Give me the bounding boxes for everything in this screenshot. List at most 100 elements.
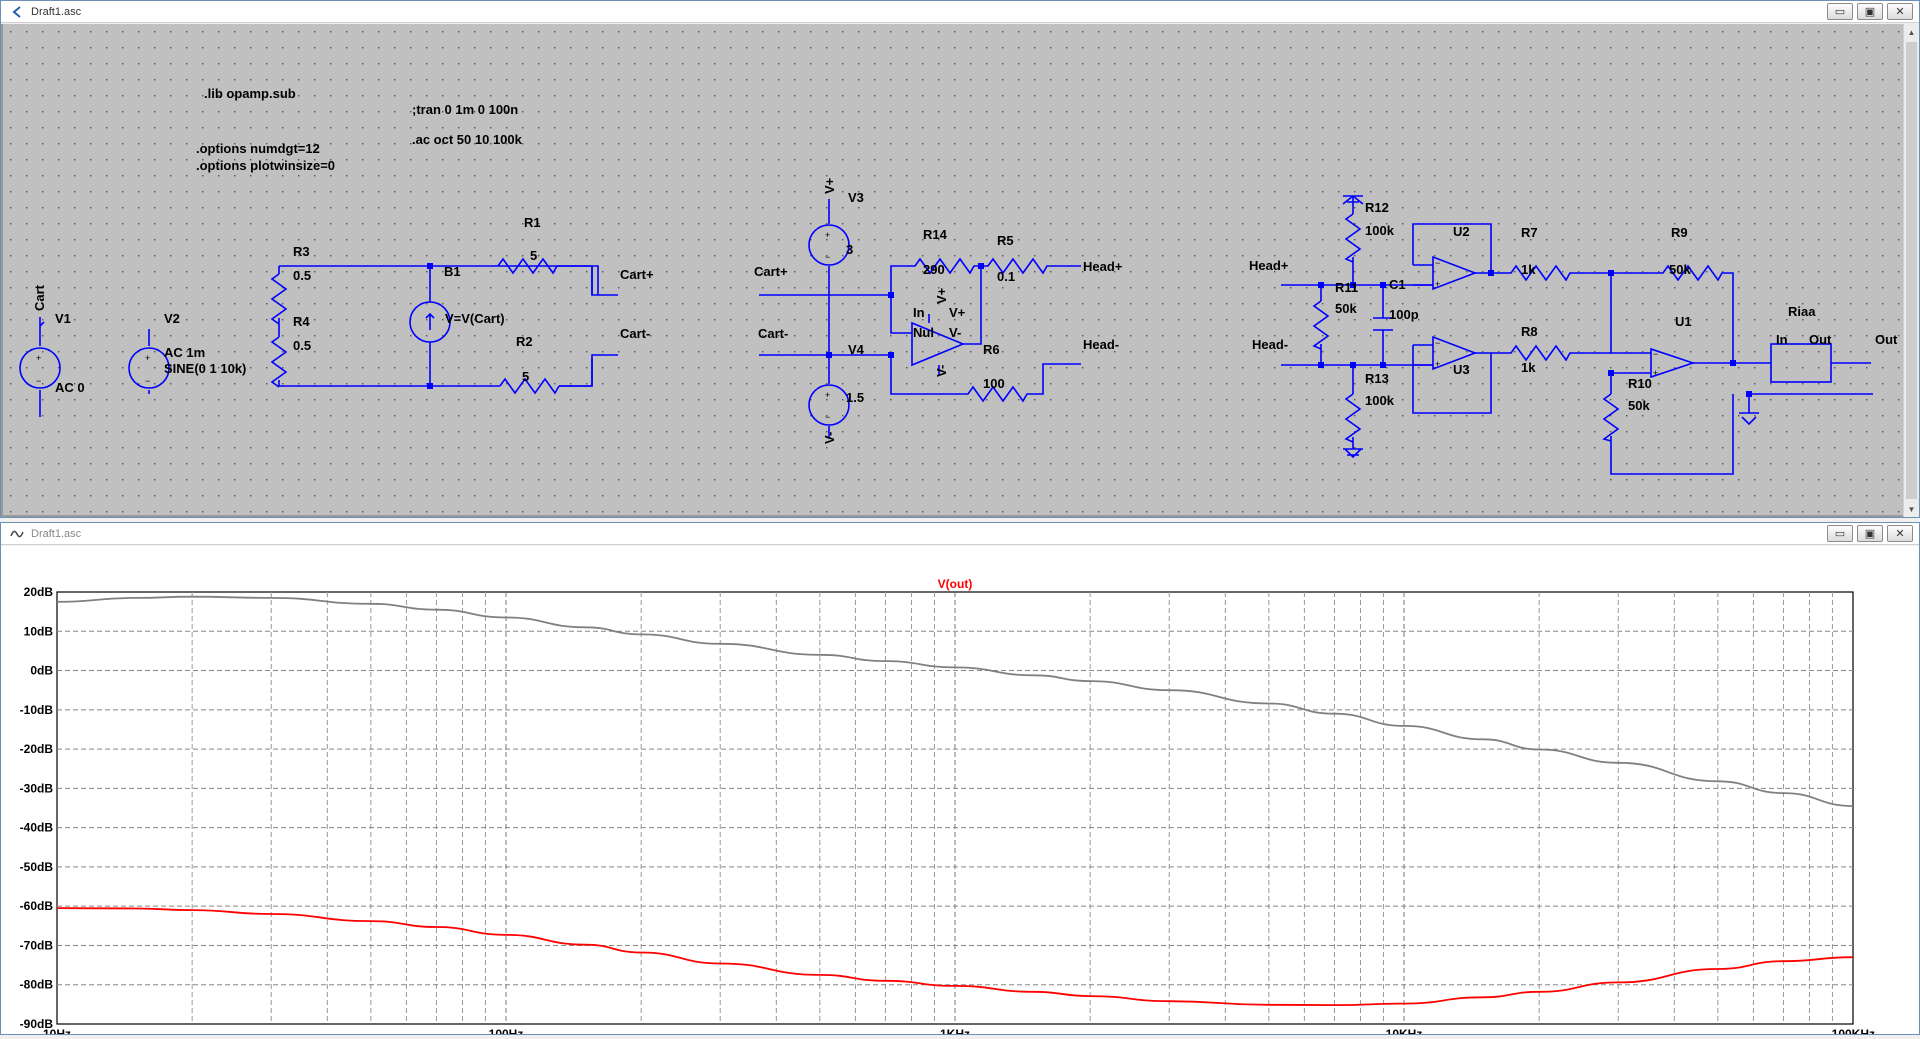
r10-value: 50k: [1628, 398, 1650, 413]
out-net-label: Out: [1875, 332, 1898, 347]
r1-value: 5: [530, 248, 537, 263]
r1-name: R1: [524, 215, 541, 230]
r5-value: 0.1: [997, 269, 1015, 284]
u1-label: U1: [1675, 314, 1692, 329]
r12-name: R12: [1365, 200, 1389, 215]
y-tick-label: -40dB: [20, 821, 54, 835]
restore-button[interactable]: ▣: [1857, 3, 1883, 20]
ltspice-schematic-icon: [9, 4, 25, 20]
minimize-button[interactable]: ▭: [1827, 3, 1853, 20]
y-tick-label: -80dB: [20, 978, 54, 992]
svg-text:+: +: [1653, 368, 1658, 378]
v1-value: AC 0: [55, 380, 85, 395]
v1-name: V1: [55, 311, 71, 326]
r7-name: R7: [1521, 225, 1538, 240]
waveform-icon: [9, 526, 25, 542]
schematic-window[interactable]: Draft1.asc ▭ ▣ ✕ .lib opamp.sub ;tran 0 …: [0, 0, 1920, 518]
r9-value: 50k: [1669, 262, 1691, 277]
r12-value: 100k: [1365, 223, 1395, 238]
r14-name: R14: [923, 227, 948, 242]
x-tick-label: 10KHz: [1386, 1027, 1423, 1034]
r6-name: R6: [983, 342, 1000, 357]
b1-value: V=V(Cart): [445, 311, 505, 326]
v4-vminus-label: V-: [822, 432, 837, 444]
svg-text:+: +: [36, 353, 41, 363]
r6-value: 100: [983, 376, 1005, 391]
bode-plot[interactable]: 20dB 10dB 0dB -10dB -20dB -30dB -40dB -50dB -60d…: [1, 546, 1919, 1039]
y-tick-label: -50dB: [20, 860, 54, 874]
r9-name: R9: [1671, 225, 1688, 240]
svg-text:−: −: [36, 376, 41, 386]
r10-name: R10: [1628, 376, 1652, 391]
null-vplus-label: V+: [949, 305, 966, 320]
cart-plus-label-mid: Cart+: [754, 264, 788, 279]
r11-name: R11: [1335, 280, 1358, 295]
waveform-title-bar[interactable]: Draft1.asc ▭ ▣ ✕: [1, 523, 1919, 545]
r14-value: 290: [923, 262, 945, 277]
svg-text:+: +: [825, 390, 830, 400]
r13-value: 100k: [1365, 393, 1395, 408]
svg-text:−: −: [1435, 258, 1440, 268]
directive-plotwinsize: .options plotwinsize=0: [196, 158, 335, 173]
v4-name: V4: [848, 342, 865, 357]
svg-text:+: +: [145, 353, 150, 363]
head-minus-label-right: Head-: [1252, 337, 1288, 352]
u3-label: U3: [1453, 362, 1470, 377]
riaa-out-label: Out: [1809, 332, 1832, 347]
y-tick-label: 0dB: [30, 664, 53, 678]
r3-value: 0.5: [293, 268, 311, 283]
waveform-window[interactable]: Draft1.asc ▭ ▣ ✕ 20dB 10dB 0dB -10dB -20dB -3…: [0, 522, 1920, 1039]
r2-value: 5: [522, 369, 529, 384]
svg-text:−: −: [825, 412, 830, 422]
directive-numdgt: .options numdgt=12: [196, 141, 320, 156]
minimize-button[interactable]: ▭: [1827, 525, 1853, 542]
r2-name: R2: [516, 334, 533, 349]
cart-net-label: Cart: [32, 284, 47, 311]
close-button[interactable]: ✕: [1887, 525, 1913, 542]
schematic-canvas[interactable]: .lib opamp.sub ;tran 0 1m 0 100n .ac oct…: [1, 24, 1919, 517]
restore-button[interactable]: ▣: [1857, 525, 1883, 542]
null-in-label: In: [913, 305, 925, 320]
r8-name: R8: [1521, 324, 1538, 339]
svg-text:+: +: [825, 230, 830, 240]
riaa-in-label: In: [1776, 332, 1788, 347]
cart-minus-label-mid: Cart-: [758, 326, 788, 341]
x-tick-label: 100KHz: [1832, 1027, 1875, 1034]
schematic-window-title: Draft1.asc: [31, 5, 82, 18]
v3-value: 3: [846, 242, 853, 257]
y-tick-label: -30dB: [20, 781, 54, 795]
svg-text:−: −: [1653, 349, 1658, 359]
c1-value: 100p: [1389, 307, 1419, 322]
r7-value: 1k: [1521, 262, 1536, 277]
r4-name: R4: [293, 314, 310, 329]
svg-text:−: −: [1435, 338, 1440, 348]
b1-name: B1: [444, 264, 461, 279]
r5-name: R5: [997, 233, 1014, 248]
r4-value: 0.5: [293, 338, 311, 353]
x-tick-label: 100Hz: [489, 1027, 524, 1034]
directive-ac: .ac oct 50 10 100k: [412, 132, 523, 147]
y-tick-label: 20dB: [24, 585, 54, 599]
waveform-plot-area[interactable]: 20dB 10dB 0dB -10dB -20dB -30dB -40dB -50dB -60d…: [1, 546, 1919, 1039]
scroll-down-icon[interactable]: ▼: [1904, 501, 1919, 517]
schematic-title-bar[interactable]: Draft1.asc ▭ ▣ ✕: [1, 1, 1919, 23]
x-tick-label: 1KHz: [940, 1027, 970, 1034]
r3-name: R3: [293, 244, 310, 259]
scroll-up-icon[interactable]: ▲: [1904, 24, 1919, 40]
schematic-drawing[interactable]: .lib opamp.sub ;tran 0 1m 0 100n .ac oct…: [3, 24, 1903, 517]
null-nul-label: Nul: [913, 325, 934, 340]
schematic-vertical-scrollbar[interactable]: ▲ ▼: [1903, 24, 1919, 517]
r13-name: R13: [1365, 371, 1389, 386]
trace-title: V(out): [938, 577, 973, 591]
y-tick-label: -10dB: [20, 703, 54, 717]
y-tick-label: -70dB: [20, 938, 54, 952]
head-minus-label-mid: Head-: [1083, 337, 1119, 352]
v2-value-sine: SINE(0 1 10k): [164, 361, 246, 376]
directive-lib: .lib opamp.sub: [204, 86, 296, 101]
svg-text:+: +: [1435, 359, 1440, 369]
waveform-window-title: Draft1.asc: [31, 527, 82, 540]
v3-vplus-label: V+: [822, 177, 837, 194]
scroll-thumb[interactable]: [1906, 42, 1917, 499]
v4-value: 1.5: [846, 390, 864, 405]
close-button[interactable]: ✕: [1887, 3, 1913, 20]
